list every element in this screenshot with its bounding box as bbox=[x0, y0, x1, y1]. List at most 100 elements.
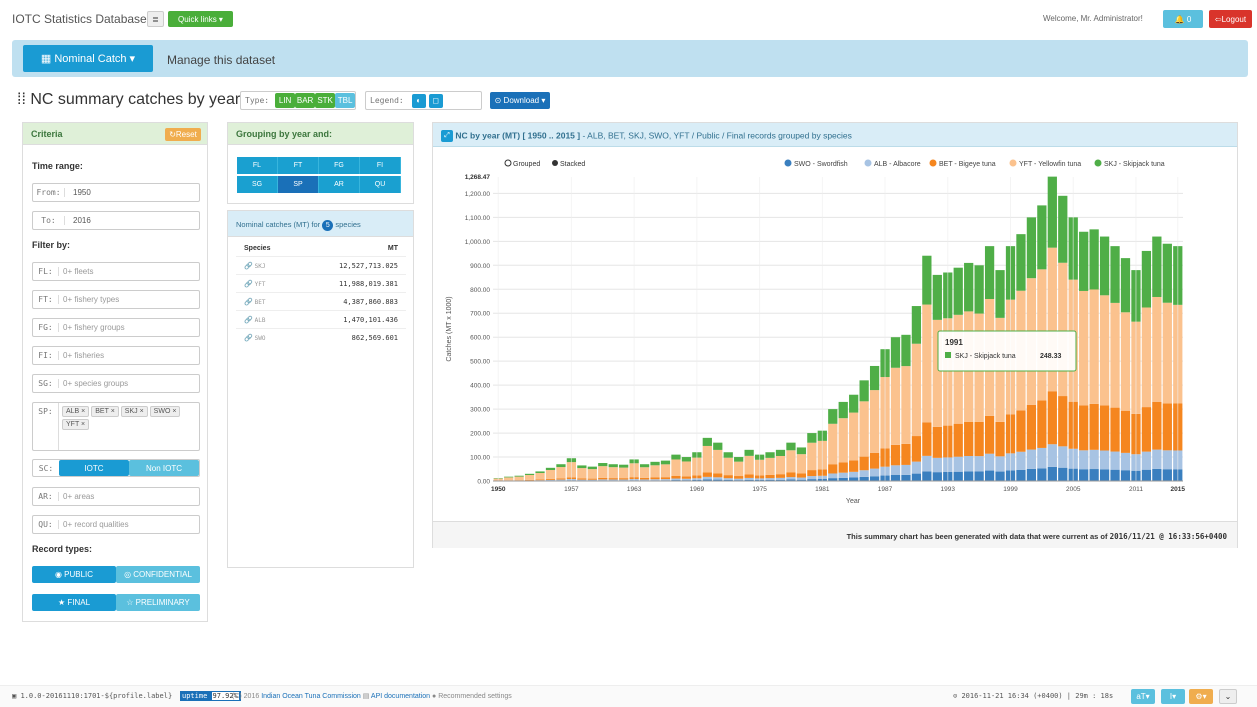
bar-segment[interactable] bbox=[838, 418, 848, 463]
bar-segment[interactable] bbox=[744, 477, 754, 480]
bar-segment[interactable] bbox=[995, 456, 1005, 472]
bar-segment[interactable] bbox=[1141, 307, 1152, 408]
species-field[interactable]: SP: ALB × BET × SKJ × SWO ×YFT × bbox=[32, 402, 200, 451]
bar-segment[interactable] bbox=[556, 464, 566, 468]
bar-segment[interactable] bbox=[744, 474, 754, 478]
bar-segment[interactable] bbox=[639, 464, 650, 468]
bar-segment[interactable] bbox=[1152, 468, 1162, 481]
bar-segment[interactable] bbox=[859, 456, 869, 471]
filter-sg-field[interactable]: SG: 0+ species groups bbox=[32, 374, 200, 393]
bar-segment[interactable] bbox=[671, 454, 681, 460]
bar-segment[interactable] bbox=[838, 472, 848, 478]
bar-segment[interactable] bbox=[619, 478, 629, 480]
bar-segment[interactable] bbox=[964, 262, 974, 312]
bar-segment[interactable] bbox=[545, 478, 556, 480]
type-tbl-button[interactable]: TBL bbox=[335, 93, 356, 108]
bar-segment[interactable] bbox=[953, 456, 963, 472]
bar-segment[interactable] bbox=[911, 343, 922, 437]
bar-segment[interactable] bbox=[577, 468, 587, 479]
bar-segment[interactable] bbox=[901, 443, 911, 465]
bar-segment[interactable] bbox=[1141, 451, 1152, 470]
bar-segment[interactable] bbox=[1079, 450, 1089, 470]
bar-segment[interactable] bbox=[775, 477, 786, 480]
bar-segment[interactable] bbox=[577, 478, 587, 480]
bar-segment[interactable] bbox=[587, 478, 597, 480]
bar-segment[interactable] bbox=[765, 474, 775, 479]
bar-segment[interactable] bbox=[953, 471, 963, 481]
bar-segment[interactable] bbox=[974, 456, 984, 472]
bar-segment[interactable] bbox=[1120, 258, 1131, 313]
bar-segment[interactable] bbox=[608, 479, 618, 481]
group-sp-button[interactable]: SP bbox=[278, 176, 319, 193]
bar-segment[interactable] bbox=[598, 463, 608, 467]
bar-segment[interactable] bbox=[639, 477, 650, 480]
bar-segment[interactable] bbox=[974, 265, 984, 314]
download-button[interactable]: ⊙ Download ▾ bbox=[490, 92, 550, 109]
bar-segment[interactable] bbox=[681, 478, 692, 481]
bar-segment[interactable] bbox=[1026, 404, 1037, 450]
bar-segment[interactable] bbox=[713, 449, 723, 474]
legend-item[interactable]: YFT - Yellowfin tuna bbox=[1009, 159, 1082, 169]
bar-segment[interactable] bbox=[953, 423, 963, 457]
nominal-catch-button[interactable]: ▦ Nominal Catch ▾ bbox=[23, 45, 153, 72]
bar-segment[interactable] bbox=[911, 306, 922, 344]
bar-segment[interactable] bbox=[796, 447, 807, 455]
bar-segment[interactable] bbox=[619, 479, 629, 481]
bar-segment[interactable] bbox=[723, 452, 733, 458]
bar-segment[interactable] bbox=[1079, 290, 1089, 406]
species-tag[interactable]: ALB × bbox=[62, 406, 90, 417]
bar-segment[interactable] bbox=[545, 467, 556, 471]
bar-segment[interactable] bbox=[849, 471, 859, 478]
org-link[interactable]: Indian Ocean Tuna Commission bbox=[261, 693, 361, 700]
filter-ar-field[interactable]: AR: 0+ areas bbox=[32, 487, 200, 506]
filter-ft-field[interactable]: FT: 0+ fishery types bbox=[32, 290, 200, 309]
bar-segment[interactable] bbox=[775, 474, 786, 478]
bar-segment[interactable] bbox=[608, 464, 618, 468]
public-option[interactable]: ◉ PUBLIC bbox=[32, 566, 116, 583]
bar-segment[interactable] bbox=[1110, 246, 1120, 303]
bar-segment[interactable] bbox=[786, 442, 796, 451]
bar-segment[interactable] bbox=[828, 464, 838, 474]
bar-segment[interactable] bbox=[849, 477, 859, 481]
bar-segment[interactable] bbox=[859, 380, 869, 402]
bar-segment[interactable] bbox=[1037, 468, 1047, 481]
text-size-button[interactable]: aT▾ bbox=[1131, 689, 1155, 704]
bar-segment[interactable] bbox=[1110, 451, 1120, 470]
bar-segment[interactable] bbox=[734, 457, 744, 462]
grouped-mode-option[interactable]: Grouped bbox=[504, 159, 540, 168]
bar-segment[interactable] bbox=[660, 464, 671, 478]
bar-segment[interactable] bbox=[828, 409, 838, 424]
bar-segment[interactable] bbox=[598, 477, 608, 480]
final-option[interactable]: ★ FINAL bbox=[32, 594, 116, 611]
group-fl-button[interactable]: FL bbox=[237, 157, 278, 174]
settings-button[interactable]: ⚙▾ bbox=[1189, 689, 1213, 704]
bar-segment[interactable] bbox=[1037, 205, 1047, 270]
bar-segment[interactable] bbox=[1162, 450, 1172, 470]
menu-icon[interactable]: ≣ bbox=[147, 11, 164, 27]
sc-non-iotc-option[interactable]: Non IOTC bbox=[129, 460, 199, 476]
species-link[interactable]: 🔗 SKJ bbox=[244, 262, 266, 270]
bar-segment[interactable] bbox=[901, 474, 911, 481]
bar-segment[interactable] bbox=[1079, 469, 1089, 481]
bar-segment[interactable] bbox=[744, 449, 754, 456]
bar-segment[interactable] bbox=[535, 479, 545, 481]
bar-segment[interactable] bbox=[1152, 401, 1162, 450]
bar-segment[interactable] bbox=[1037, 447, 1047, 469]
filter-qu-field[interactable]: QU: 0+ record qualities bbox=[32, 515, 200, 534]
bar-segment[interactable] bbox=[671, 459, 681, 476]
bar-segment[interactable] bbox=[1120, 312, 1131, 411]
bar-segment[interactable] bbox=[890, 337, 901, 368]
bar-segment[interactable] bbox=[681, 461, 692, 477]
bar-segment[interactable] bbox=[1162, 302, 1172, 404]
species-link[interactable]: 🔗 SWO bbox=[244, 334, 266, 342]
bar-segment[interactable] bbox=[702, 476, 712, 480]
from-field[interactable]: From: 1950 bbox=[32, 183, 200, 202]
bar-segment[interactable] bbox=[786, 472, 796, 478]
bar-segment[interactable] bbox=[922, 455, 932, 472]
bar-segment[interactable] bbox=[765, 478, 775, 480]
bar-segment[interactable] bbox=[1047, 176, 1057, 248]
bar-segment[interactable] bbox=[681, 457, 692, 462]
bar-segment[interactable] bbox=[1026, 449, 1037, 469]
bar-segment[interactable] bbox=[796, 454, 807, 474]
bar-segment[interactable] bbox=[869, 468, 880, 477]
